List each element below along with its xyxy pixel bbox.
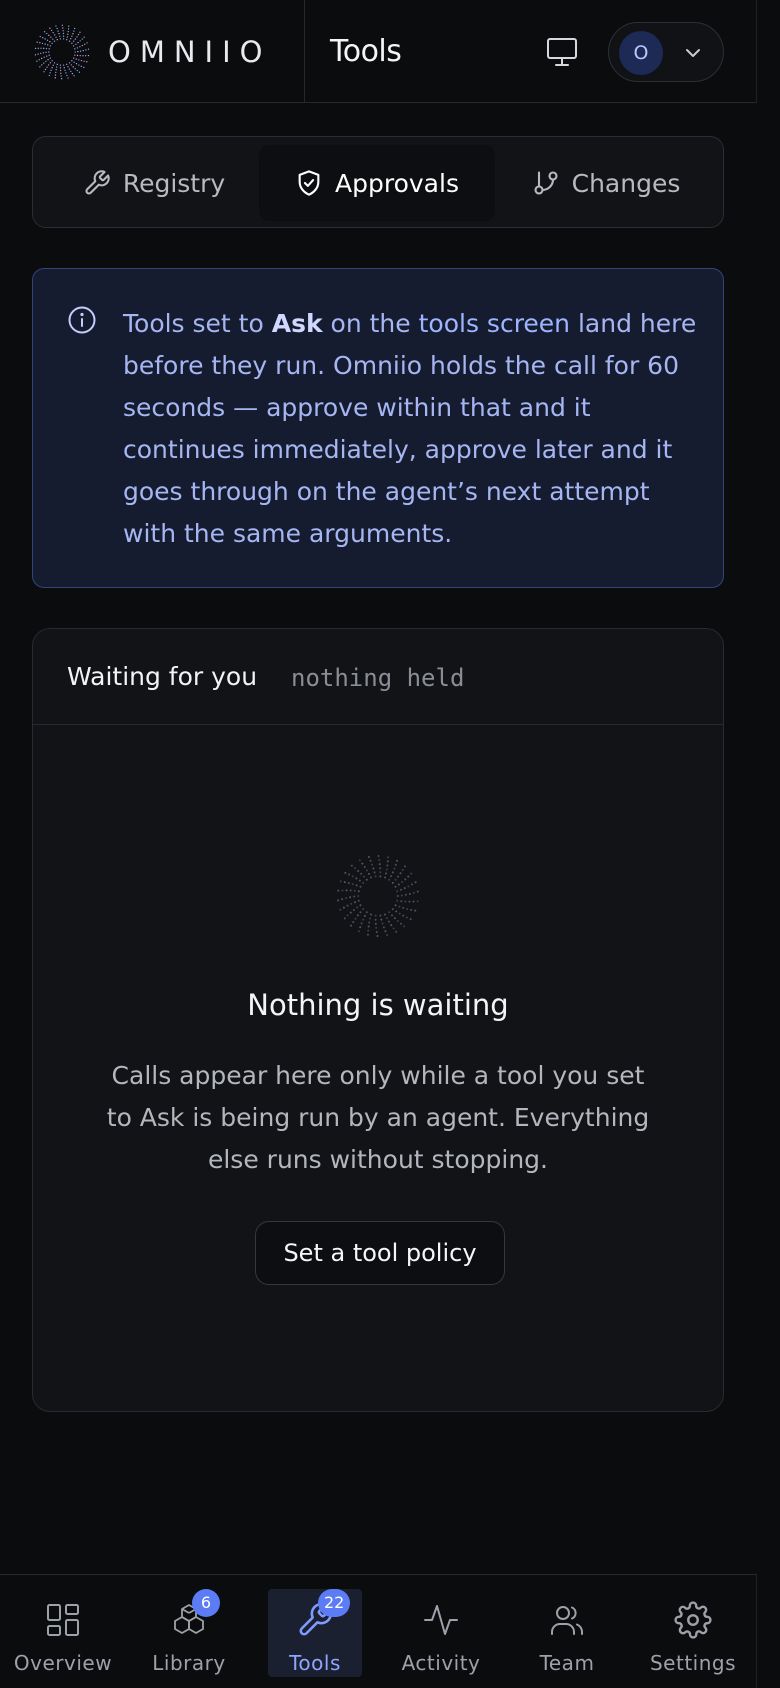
library-count-badge: 6	[192, 1589, 220, 1617]
info-text-post: land here before they run. Omniio holds …	[123, 309, 697, 548]
monitor-icon	[547, 38, 577, 66]
display-toggle-button[interactable]	[542, 34, 582, 70]
nav-settings-label: Settings	[649, 1651, 737, 1675]
info-icon	[68, 306, 96, 334]
waiting-status: nothing held	[291, 664, 465, 692]
nav-overview[interactable]: Overview	[0, 1589, 126, 1677]
app-header: OMNIIO Tools O	[0, 0, 757, 103]
nav-overview-label: Overview	[13, 1651, 113, 1675]
header-divider	[304, 0, 305, 103]
info-text-mid: on the	[322, 309, 419, 338]
shield-check-icon	[298, 170, 320, 196]
nav-library-label: Library	[152, 1651, 226, 1675]
nav-team[interactable]: Team	[504, 1589, 630, 1677]
git-branch-icon	[534, 171, 558, 195]
empty-state-logo-icon	[337, 854, 419, 938]
omniio-logo-icon[interactable]	[32, 22, 92, 82]
tools-count-badge: 22	[318, 1589, 351, 1617]
nav-activity-label: Activity	[401, 1651, 481, 1675]
nav-settings[interactable]: Settings	[630, 1589, 756, 1677]
waiting-title: Waiting for you	[67, 662, 258, 691]
waiting-card-header: Waiting for you nothing held	[33, 629, 723, 725]
approvals-info-banner: Tools set to Ask on the tools screen lan…	[32, 268, 724, 588]
tab-approvals-label: Approvals	[335, 168, 459, 198]
tab-registry-label: Registry	[122, 168, 226, 198]
user-menu-button[interactable]: O	[608, 22, 724, 82]
nav-tools[interactable]: Tools 22	[268, 1589, 362, 1677]
avatar: O	[619, 31, 663, 75]
nav-library[interactable]: Library 6	[126, 1589, 252, 1677]
set-tool-policy-button[interactable]: Set a tool policy	[255, 1221, 505, 1285]
nav-team-label: Team	[539, 1651, 595, 1675]
activity-icon	[424, 1605, 458, 1635]
users-icon	[551, 1606, 584, 1635]
tab-approvals[interactable]: Approvals	[259, 145, 495, 221]
section-tabs: Registry Approvals Changes	[32, 136, 724, 228]
brand-name[interactable]: OMNIIO	[108, 34, 271, 70]
page-title: Tools	[330, 34, 402, 69]
tab-changes-label: Changes	[571, 168, 681, 198]
info-text-pre: Tools set to	[123, 309, 272, 338]
wrench-icon	[85, 170, 110, 195]
gear-icon	[674, 1601, 712, 1639]
nav-activity[interactable]: Activity	[378, 1589, 504, 1677]
waiting-card: Waiting for you nothing held Nothing is …	[32, 628, 724, 1412]
nav-tools-label: Tools	[289, 1651, 341, 1675]
tab-registry[interactable]: Registry	[41, 145, 267, 221]
chevron-down-icon	[686, 49, 700, 57]
empty-state-title: Nothing is waiting	[247, 988, 509, 1022]
tab-changes[interactable]: Changes	[495, 145, 717, 221]
grid-icon	[47, 1604, 79, 1636]
info-text: Tools set to Ask on the tools screen lan…	[123, 303, 703, 555]
empty-state-description: Calls appear here only while a tool you …	[106, 1061, 650, 1174]
bottom-navigation: Overview Library 6 Tools 22 Activity Tea…	[0, 1574, 757, 1688]
info-text-ask: Ask	[271, 309, 323, 338]
tools-screen-link[interactable]: tools screen	[419, 309, 570, 338]
